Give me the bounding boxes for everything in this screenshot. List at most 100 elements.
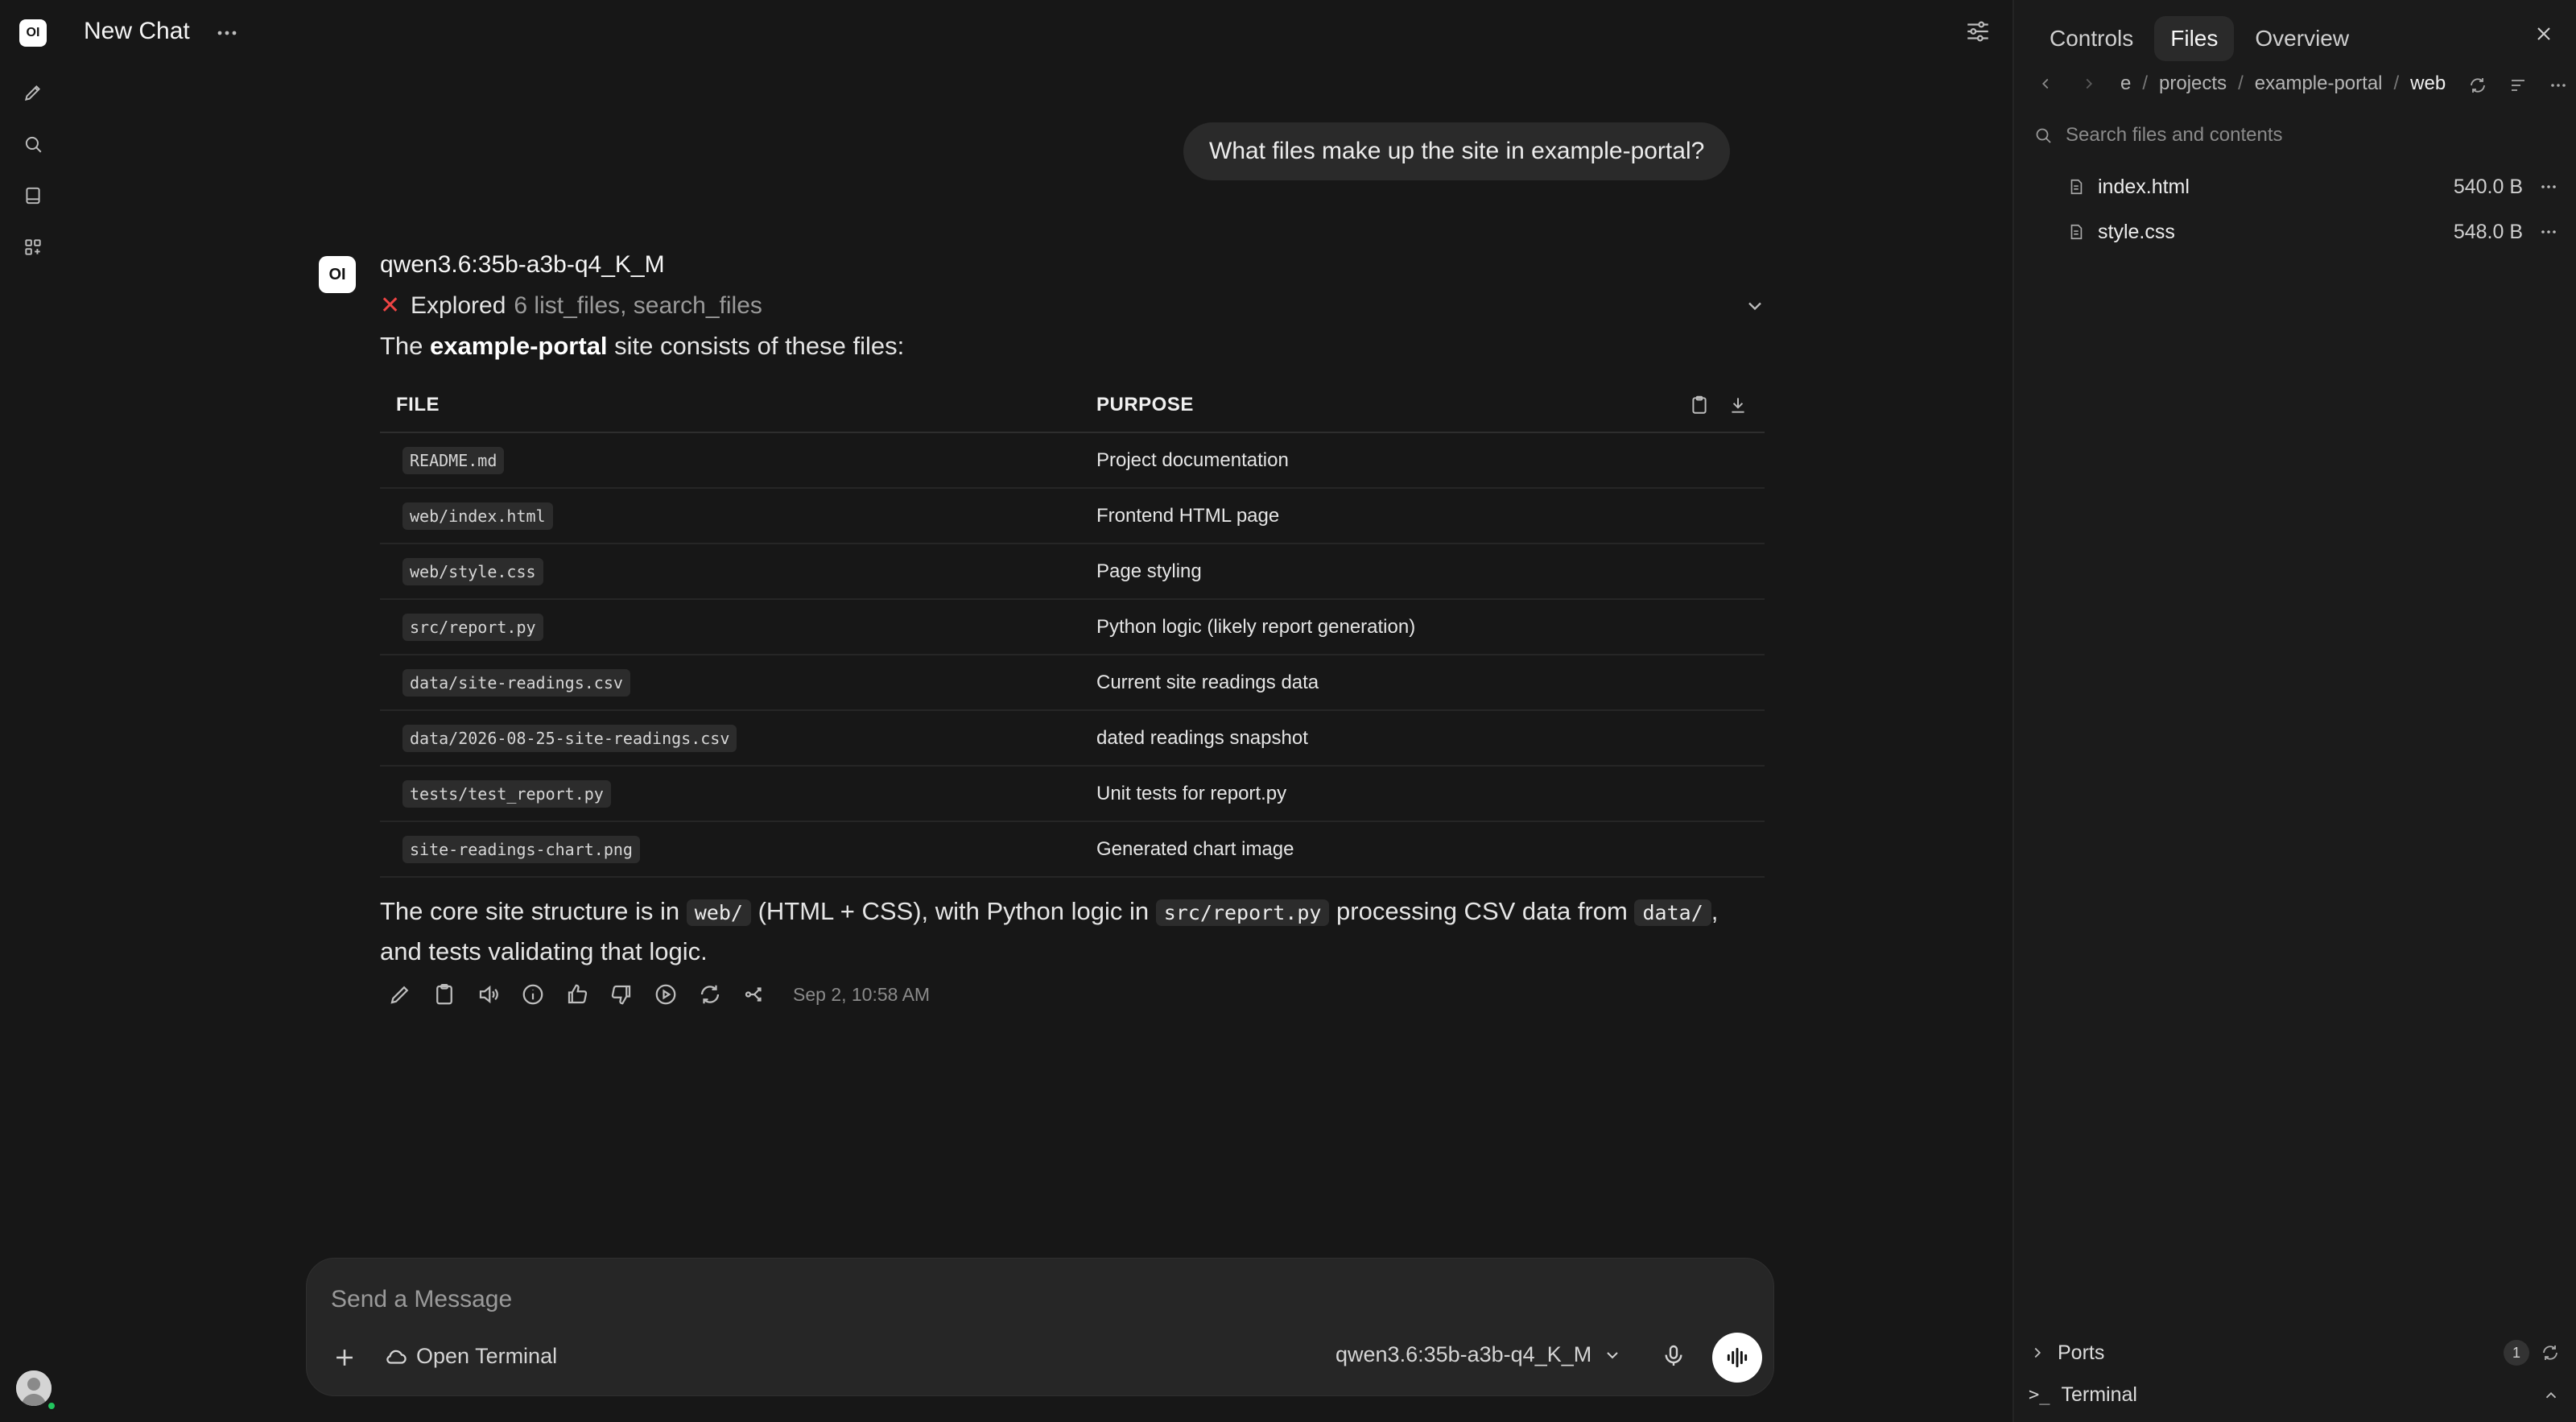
voice-mode-button[interactable] bbox=[1712, 1333, 1762, 1383]
info-button[interactable] bbox=[521, 982, 545, 1007]
expand-explored-button[interactable] bbox=[1744, 295, 1766, 317]
bad-response-button[interactable] bbox=[609, 982, 634, 1007]
user-avatar[interactable] bbox=[16, 1370, 52, 1406]
ports-section[interactable]: Ports 1 bbox=[2029, 1340, 2560, 1366]
purpose-cell: Unit tests for report.py bbox=[1096, 782, 1287, 804]
message-input[interactable]: Send a Message bbox=[331, 1286, 512, 1313]
file-path: README.md bbox=[402, 446, 505, 474]
panel-tabs: Controls Files Overview bbox=[2033, 16, 2365, 61]
answer-intro: The example-portal site consists of thes… bbox=[380, 332, 905, 360]
search-icon bbox=[2036, 128, 2051, 143]
column-header-file: FILE bbox=[396, 394, 440, 415]
file-more-button[interactable] bbox=[2539, 177, 2558, 196]
explored-tools-summary[interactable]: ✕ Explored 6 list_files, search_files bbox=[380, 291, 762, 320]
more-horizontal-icon bbox=[2551, 84, 2566, 87]
app-logo[interactable]: OI bbox=[19, 19, 47, 47]
file-more-button[interactable] bbox=[2539, 222, 2558, 242]
download-table-button[interactable] bbox=[1728, 393, 1748, 417]
column-header-purpose: PURPOSE bbox=[1096, 394, 1194, 415]
chevron-right-icon bbox=[2086, 78, 2093, 89]
file-icon bbox=[2070, 179, 2083, 195]
open-terminal-button[interactable]: Open Terminal bbox=[384, 1344, 557, 1369]
book-icon bbox=[23, 185, 43, 206]
file-list-item[interactable]: style.css 548.0 B bbox=[2067, 211, 2558, 253]
tab-controls[interactable]: Controls bbox=[2033, 16, 2149, 61]
refresh-icon bbox=[2471, 78, 2485, 93]
model-selector[interactable]: qwen3.6:35b-a3b-q4_K_M bbox=[1335, 1342, 1622, 1367]
file-cell: data/site-readings.csv bbox=[380, 668, 1082, 697]
search-button[interactable] bbox=[18, 129, 48, 159]
file-path: web/index.html bbox=[402, 502, 553, 530]
chevron-down-icon bbox=[1607, 1351, 1618, 1358]
more-horizontal-icon bbox=[2541, 230, 2556, 234]
continue-button[interactable] bbox=[654, 982, 678, 1007]
table-row: web/style.css Page styling bbox=[380, 544, 1765, 600]
ports-label: Ports bbox=[2058, 1341, 2105, 1364]
info-icon bbox=[522, 984, 543, 1005]
copy-button[interactable] bbox=[432, 982, 456, 1007]
refresh-icon bbox=[700, 985, 720, 1004]
forward-button[interactable] bbox=[2080, 75, 2098, 93]
breadcrumb: e / projects / example-portal / web bbox=[2037, 72, 2446, 95]
files-more-button[interactable] bbox=[2549, 76, 2568, 95]
read-aloud-button[interactable] bbox=[477, 982, 501, 1007]
breadcrumb-current[interactable]: web bbox=[2410, 72, 2446, 95]
table-header: FILE PURPOSE bbox=[380, 378, 1765, 433]
file-list-item[interactable]: index.html 540.0 B bbox=[2067, 166, 2558, 208]
file-path: data/site-readings.csv bbox=[402, 668, 630, 697]
good-response-button[interactable] bbox=[565, 982, 589, 1007]
branch-button[interactable] bbox=[742, 982, 766, 1007]
edit-button[interactable] bbox=[388, 982, 412, 1007]
regenerate-button[interactable] bbox=[698, 982, 722, 1007]
file-path: web/style.css bbox=[402, 557, 543, 585]
chevron-right-icon bbox=[2034, 1347, 2041, 1358]
file-cell: tests/test_report.py bbox=[380, 779, 1082, 808]
file-cell: web/style.css bbox=[380, 557, 1082, 585]
file-search-input[interactable]: Search files and contents bbox=[2033, 124, 2283, 147]
download-icon bbox=[1732, 398, 1744, 413]
branch-icon bbox=[745, 987, 762, 1002]
message-composer[interactable]: Send a Message Open Terminal qwen3.6:35b… bbox=[306, 1258, 1774, 1396]
more-horizontal-icon bbox=[214, 21, 240, 45]
copy-table-button[interactable] bbox=[1689, 393, 1710, 417]
tab-files[interactable]: Files bbox=[2154, 16, 2235, 61]
refresh-files-button[interactable] bbox=[2468, 76, 2487, 95]
breadcrumb-item[interactable]: e bbox=[2120, 72, 2131, 95]
thumbs-up-icon bbox=[568, 984, 588, 1004]
answer-summary: The core site structure is in web/ (HTML… bbox=[380, 897, 1719, 965]
chat-title[interactable]: New Chat bbox=[84, 18, 190, 45]
workspace-button[interactable] bbox=[18, 232, 48, 262]
file-cell: web/index.html bbox=[380, 502, 1082, 530]
file-cell: data/2026-08-25-site-readings.csv bbox=[380, 724, 1082, 752]
table-row: README.md Project documentation bbox=[380, 433, 1765, 489]
file-size: 548.0 B bbox=[2453, 220, 2523, 243]
inline-code: data/ bbox=[1634, 899, 1711, 926]
table-row: data/site-readings.csv Current site readi… bbox=[380, 655, 1765, 711]
close-icon: ✕ bbox=[380, 292, 401, 319]
project-name: example-portal bbox=[430, 332, 608, 360]
notes-button[interactable] bbox=[18, 180, 48, 211]
speaker-icon bbox=[479, 985, 498, 1004]
sort-files-button[interactable] bbox=[2508, 76, 2528, 95]
file-path: tests/test_report.py bbox=[402, 779, 611, 808]
chat-menu-button[interactable] bbox=[214, 21, 240, 45]
breadcrumb-item[interactable]: projects bbox=[2159, 72, 2227, 95]
close-panel-button[interactable] bbox=[2533, 23, 2555, 45]
files-table: FILE PURPOSE README.md Project documentat… bbox=[380, 378, 1765, 878]
user-message-bubble: What files make up the site in example-p… bbox=[1183, 122, 1731, 180]
terminal-section[interactable]: >_ Terminal bbox=[2029, 1383, 2560, 1407]
refresh-ports-button[interactable] bbox=[2541, 1343, 2560, 1362]
breadcrumb-separator: / bbox=[2238, 72, 2244, 94]
purpose-cell: Frontend HTML page bbox=[1096, 504, 1280, 527]
file-browser-tools bbox=[2468, 76, 2568, 95]
new-chat-button[interactable] bbox=[18, 77, 48, 108]
back-button[interactable] bbox=[2037, 75, 2054, 93]
ports-count-badge: 1 bbox=[2504, 1340, 2529, 1366]
dictate-button[interactable] bbox=[1661, 1342, 1686, 1370]
open-terminal-label: Open Terminal bbox=[416, 1344, 558, 1368]
tab-overview[interactable]: Overview bbox=[2239, 16, 2365, 61]
expand-terminal-button[interactable] bbox=[2542, 1387, 2560, 1404]
breadcrumb-item[interactable]: example-portal bbox=[2255, 72, 2383, 95]
add-attachment-button[interactable] bbox=[331, 1344, 358, 1371]
chat-controls-button[interactable] bbox=[1964, 18, 1992, 45]
